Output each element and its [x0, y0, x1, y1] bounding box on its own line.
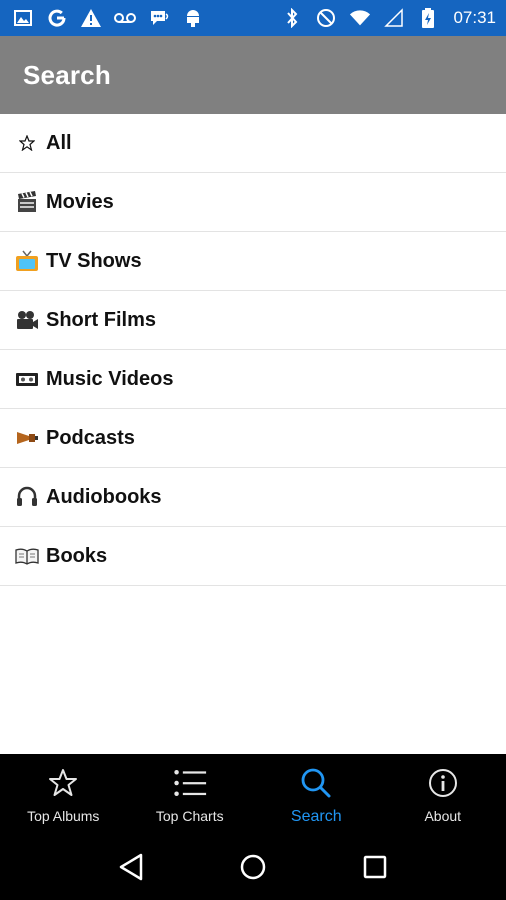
star-icon [14, 130, 40, 156]
videotape-icon [14, 366, 40, 392]
tab-top-albums[interactable]: Top Albums [0, 754, 127, 834]
voicemail-icon [114, 7, 136, 29]
tab-search[interactable]: Search [253, 754, 380, 834]
chat-icon [148, 7, 170, 29]
list-item-tv-shows[interactable]: TV Shows [0, 232, 506, 291]
category-list: All Movies TV Shows Short Films Music Vi… [0, 114, 506, 586]
wifi-icon [349, 7, 371, 29]
recents-icon[interactable] [355, 847, 395, 887]
list-item-label: Short Films [46, 308, 157, 331]
list-item-label: Music Videos [46, 367, 174, 390]
battery-icon [417, 7, 439, 29]
tab-label: Top Charts [155, 808, 224, 824]
list-item-label: Audiobooks [46, 485, 162, 508]
list-item-short-films[interactable]: Short Films [0, 291, 506, 350]
back-icon[interactable] [111, 847, 151, 887]
list-item-label: Books [46, 544, 108, 567]
clapperboard-icon [14, 189, 40, 215]
bluetooth-icon [281, 7, 303, 29]
list-item-books[interactable]: Books [0, 527, 506, 586]
bottom-navigation: Top Albums Top Charts Search About [0, 754, 506, 834]
search-icon [299, 766, 333, 800]
android-icon [182, 7, 204, 29]
tv-icon [14, 248, 40, 274]
google-icon [46, 7, 68, 29]
list-item-label: Movies [46, 190, 114, 213]
star-outline-icon [46, 766, 80, 800]
tab-label: Search [290, 808, 342, 825]
app-bar: Search [0, 36, 506, 114]
warning-icon [80, 7, 102, 29]
movie-camera-icon [14, 307, 40, 333]
system-status-icons: 07:31 [281, 7, 496, 29]
system-navigation-bar [0, 834, 506, 900]
list-item-music-videos[interactable]: Music Videos [0, 350, 506, 409]
notification-icons [12, 7, 204, 29]
home-icon[interactable] [233, 847, 273, 887]
gramophone-icon [14, 425, 40, 451]
list-item-label: TV Shows [46, 249, 142, 272]
headphones-icon [14, 484, 40, 510]
tab-label: About [424, 808, 462, 824]
tab-about[interactable]: About [380, 754, 506, 834]
list-item-audiobooks[interactable]: Audiobooks [0, 468, 506, 527]
list-item-label: All [46, 131, 72, 154]
list-item-podcasts[interactable]: Podcasts [0, 409, 506, 468]
list-item-all[interactable]: All [0, 114, 506, 173]
do-not-disturb-icon [315, 7, 337, 29]
list-item-label: Podcasts [46, 426, 135, 449]
page-title: Search [23, 59, 111, 90]
tab-top-charts[interactable]: Top Charts [127, 754, 254, 834]
clock: 07:31 [453, 8, 496, 27]
open-book-icon [14, 543, 40, 569]
info-icon [426, 766, 460, 800]
image-icon [12, 7, 34, 29]
list-icon [173, 766, 207, 800]
tab-label: Top Albums [27, 808, 100, 824]
status-bar: 07:31 [0, 0, 506, 36]
list-item-movies[interactable]: Movies [0, 173, 506, 232]
signal-icon [383, 7, 405, 29]
